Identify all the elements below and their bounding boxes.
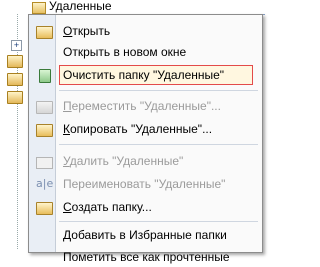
menu-item-open-new-window[interactable]: Открыть в новом окне xyxy=(29,42,262,62)
context-menu: Открыть Открыть в новом окне Очистить па… xyxy=(28,14,263,264)
folder-icon xyxy=(7,91,23,104)
menu-separator xyxy=(59,221,258,222)
tree-item-deleted[interactable]: Удаленные xyxy=(28,0,265,15)
rename-icon: a|e xyxy=(36,177,54,190)
tree-item-label: Удаленные xyxy=(49,0,112,13)
menu-item-label: Открыть xyxy=(63,24,111,38)
folder-icon xyxy=(7,55,23,68)
menu-item-label: Очистить папку "Удаленные" xyxy=(63,68,225,82)
menu-item-label: Переименовать "Удаленные" xyxy=(63,177,226,191)
recycle-bin-icon xyxy=(36,68,52,83)
copy-folder-icon xyxy=(36,122,53,137)
folder-icon xyxy=(32,2,46,14)
menu-item-new-folder[interactable]: Создать папку... xyxy=(29,197,262,217)
menu-item-label: Удалить "Удаленные" xyxy=(63,154,184,168)
menu-separator xyxy=(59,144,258,145)
menu-item-label: Создать папку... xyxy=(63,200,152,214)
menu-item-delete: Удалить "Удаленные" xyxy=(29,151,262,171)
move-folder-icon xyxy=(36,99,53,114)
menu-item-label: Копировать "Удаленные"... xyxy=(63,122,213,136)
menu-item-label: Открыть в новом окне xyxy=(63,45,187,59)
menu-item-label: Пометить все как прочтенные xyxy=(63,250,230,264)
folder-icon xyxy=(7,73,23,86)
menu-item-empty-folder[interactable]: Очистить папку "Удаленные" xyxy=(29,65,262,85)
folder-open-icon xyxy=(36,24,53,39)
new-folder-icon xyxy=(36,200,53,215)
menu-item-add-favorites[interactable]: Добавить в Избранные папки xyxy=(29,225,262,245)
menu-item-label: Добавить в Избранные папки xyxy=(63,228,227,242)
menu-item-label: Переместить "Удаленные"... xyxy=(63,99,221,113)
delete-icon xyxy=(36,154,53,169)
menu-item-rename: a|e Переименовать "Удаленные" xyxy=(29,174,262,194)
menu-item-move: Переместить "Удаленные"... xyxy=(29,96,262,116)
menu-item-open[interactable]: Открыть xyxy=(29,21,262,41)
expand-icon[interactable]: + xyxy=(11,40,22,51)
menu-item-copy[interactable]: Копировать "Удаленные"... xyxy=(29,119,262,139)
menu-separator xyxy=(59,90,258,91)
menu-item-mark-all-read[interactable]: Пометить все как прочтенные xyxy=(29,247,262,267)
